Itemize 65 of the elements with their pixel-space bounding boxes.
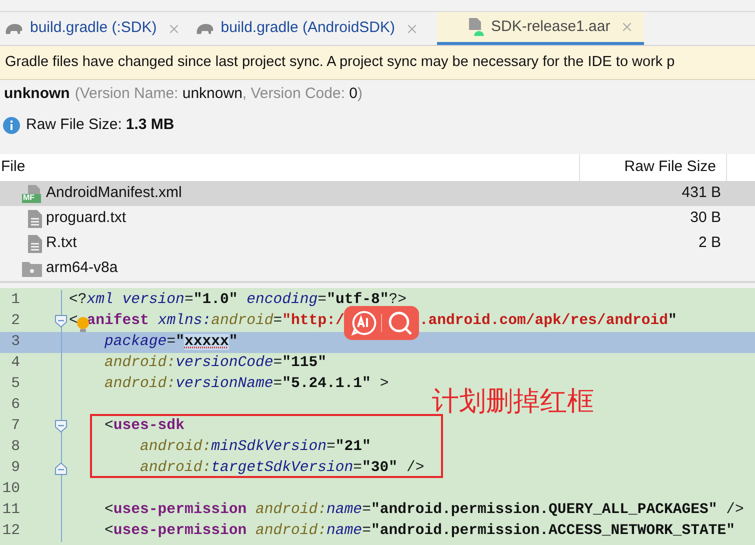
lightbulb-icon[interactable]	[76, 316, 90, 334]
annotation-text: 计划删掉红框	[432, 385, 594, 419]
banner-text: Gradle files have changed since last project sync. A project sync may be necessary for the IDE to work p	[5, 52, 675, 72]
elephant-icon	[4, 22, 24, 36]
line-number: 11	[1, 501, 20, 520]
file-row[interactable]: arm64-v8a	[0, 256, 755, 281]
editor-tab[interactable]: SDK-release1.aar	[437, 12, 644, 45]
fold-icon[interactable]	[55, 462, 67, 475]
line-number: 4	[10, 354, 20, 374]
code-text: <	[69, 312, 78, 332]
tab-label: SDK-release1.aar	[491, 16, 610, 37]
code-text: android:minSdkVersion="21"	[139, 438, 371, 458]
package-name: unknown	[4, 84, 70, 104]
editor-tab[interactable]: build.gradle (AndroidSDK)	[190, 12, 429, 45]
file-size: 2 B	[698, 233, 722, 254]
line-number: 10	[1, 480, 20, 500]
version-detail: )	[358, 84, 362, 104]
line-number: 5	[10, 375, 20, 394]
editor-tab[interactable]: build.gradle (:SDK)	[0, 12, 191, 45]
code-text: .android.com/apk/res/android"	[419, 312, 677, 332]
info-icon	[3, 117, 20, 134]
version-detail: , Version Code:	[242, 84, 346, 104]
line-number: 12	[1, 522, 20, 542]
file-name: arm64-v8a	[46, 258, 119, 278]
line-number: 7	[10, 417, 20, 436]
android-file-icon	[467, 17, 485, 37]
line-number: 3	[10, 333, 20, 352]
line-number: 2	[10, 312, 20, 332]
file-row[interactable]: MF AndroidManifest.xml 431 B	[0, 181, 755, 206]
version-detail: unknown	[182, 84, 242, 104]
line-number: 1	[10, 291, 20, 310]
tab-label: build.gradle (AndroidSDK)	[220, 18, 395, 38]
code-text: android:versionName="5.24.1.1" >	[104, 375, 389, 394]
file-name: R.txt	[46, 233, 78, 254]
text-file-icon	[28, 210, 42, 228]
ai-chat-icon[interactable]	[350, 310, 377, 336]
code-text: anifest xmlns:android="http:/	[86, 312, 344, 332]
code-text: <uses-permission android:name="android.permission.ACCESS_NETWORK_STATE"	[104, 522, 736, 542]
code-text: android:versionCode="115"	[104, 354, 327, 374]
code-text: <?xml version="1.0" encoding="utf-8"?>	[69, 291, 406, 310]
search-icon[interactable]	[386, 310, 413, 336]
tab-label: build.gradle (:SDK)	[30, 18, 157, 38]
folder-icon	[22, 260, 42, 276]
text-file-icon	[28, 234, 42, 252]
version-detail: (Version Name:	[74, 84, 180, 104]
file-name: proguard.txt	[46, 208, 128, 228]
file-size: 30 B	[690, 208, 722, 228]
code-editor[interactable]	[0, 288, 755, 545]
line-number: 8	[10, 438, 20, 458]
file-size-value: 1.3 MB	[126, 115, 174, 136]
line-number: 6	[10, 396, 20, 416]
file-size: 431 B	[682, 183, 722, 204]
file-row[interactable]: proguard.txt 30 B	[0, 206, 755, 231]
file-row[interactable]: R.txt 2 B	[0, 231, 755, 256]
file-name: AndroidManifest.xml	[46, 183, 183, 204]
fold-icon[interactable]	[55, 315, 67, 328]
code-text: <uses-sdk	[104, 417, 184, 436]
file-size-label: Raw File Size:	[26, 115, 122, 136]
version-detail: 0	[349, 84, 358, 104]
code-text: android:targetSdkVersion="30" />	[139, 459, 424, 478]
elephant-icon	[194, 22, 215, 36]
code-text: package="xxxxx"	[104, 333, 238, 352]
code-text: <uses-permission android:name="android.permission.QUERY_ALL_PACKAGES" />	[104, 501, 744, 520]
line-number: 9	[10, 459, 20, 478]
fold-icon[interactable]	[55, 420, 67, 433]
